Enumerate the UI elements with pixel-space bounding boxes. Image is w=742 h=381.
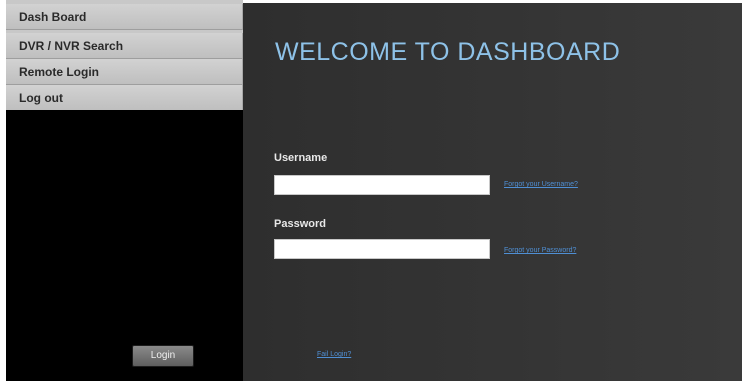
sidebar-item-remote-login[interactable]: Remote Login (6, 59, 243, 85)
sidebar-menu: Dash Board DVR / NVR Search Remote Login… (6, 0, 243, 111)
page-title: WELCOME TO DASHBOARD (275, 38, 621, 66)
sidebar-item-dash-board[interactable]: Dash Board (6, 4, 243, 30)
login-button[interactable]: Login (132, 345, 194, 367)
fail-login-link[interactable]: Fail Login? (317, 351, 351, 358)
sidebar: Dash Board DVR / NVR Search Remote Login… (0, 0, 243, 381)
password-label: Password (274, 218, 326, 230)
password-field[interactable] (274, 239, 490, 259)
forgot-username-link[interactable]: Forgot your Username? (504, 181, 578, 188)
username-label: Username (274, 152, 328, 164)
app-window: Dash Board DVR / NVR Search Remote Login… (0, 0, 742, 381)
username-field[interactable] (274, 175, 490, 195)
sidebar-item-log-out[interactable]: Log out (6, 85, 243, 111)
sidebar-item-dvr-nvr-search[interactable]: DVR / NVR Search (6, 33, 243, 59)
forgot-password-link[interactable]: Forgot your Password? (504, 247, 576, 254)
sidebar-empty-area (6, 110, 243, 381)
login-panel: WELCOME TO DASHBOARD Username Forgot you… (243, 3, 742, 381)
